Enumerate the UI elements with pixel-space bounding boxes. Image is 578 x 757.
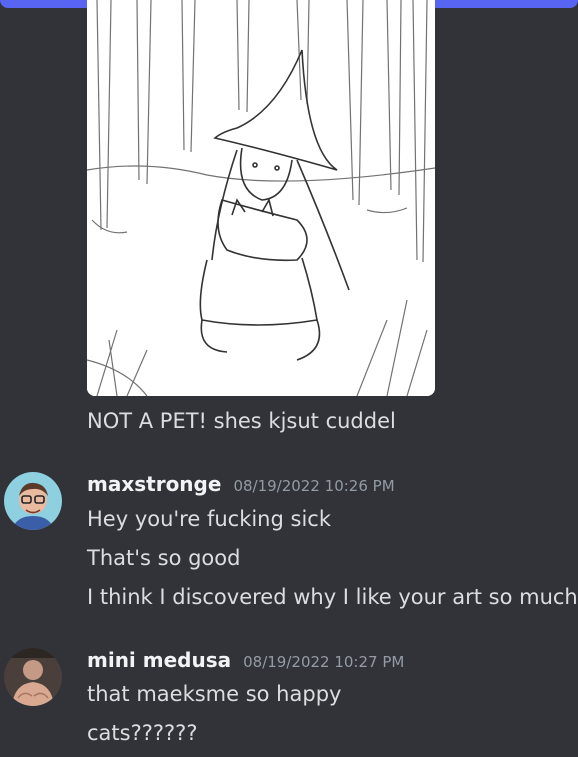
- avatar[interactable]: [4, 472, 62, 530]
- message-header: maxstronge 08/19/2022 10:26 PM: [87, 472, 395, 500]
- message-header: mini medusa 08/19/2022 10:27 PM: [87, 648, 404, 676]
- message-line: Hey you're fucking sick: [87, 507, 331, 531]
- image-attachment[interactable]: [87, 0, 435, 396]
- message-caption: NOT A PET! shes kjsut cuddel: [87, 409, 396, 433]
- author-name[interactable]: maxstronge: [87, 472, 221, 496]
- author-name[interactable]: mini medusa: [87, 648, 231, 672]
- message-line: I think I discovered why I like your art…: [87, 585, 578, 609]
- witch-sketch-image: [87, 0, 435, 396]
- message-line: cats??????: [87, 721, 198, 745]
- message-line: That's so good: [87, 546, 241, 570]
- message-timestamp: 08/19/2022 10:26 PM: [233, 477, 395, 495]
- message-timestamp: 08/19/2022 10:27 PM: [243, 653, 405, 671]
- avatar[interactable]: [4, 648, 62, 706]
- message-line: that maeksme so happy: [87, 682, 342, 706]
